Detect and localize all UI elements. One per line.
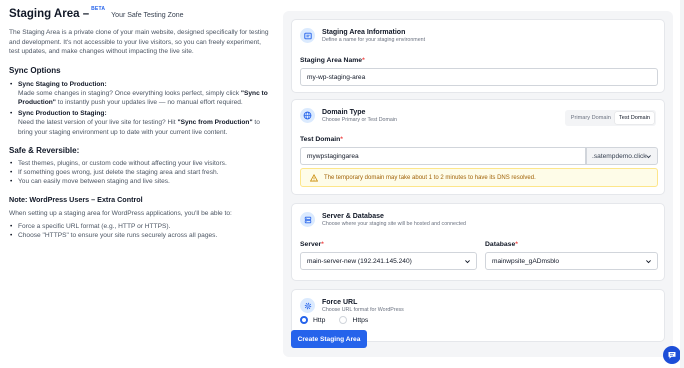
- select-value: main-server-new (192.241.145.240): [307, 257, 412, 265]
- database-label: Database*: [485, 241, 518, 248]
- chat-icon: [668, 352, 676, 359]
- radio-label: Https: [352, 316, 369, 324]
- chevron-down-icon: [465, 260, 470, 264]
- card-title: Server & Database: [322, 213, 384, 220]
- sync-options-heading: Sync Options: [9, 65, 61, 75]
- database-select[interactable]: mainwpsite_gADmsblo: [485, 252, 658, 270]
- staging-name-input[interactable]: my-wp-staging-area: [300, 68, 658, 86]
- safe-list: Test themes, plugins, or custom code wit…: [9, 159, 271, 187]
- intro-text: The Staging Area is a private clone of y…: [9, 29, 269, 55]
- url-format-radio-group: Http Https: [300, 316, 368, 324]
- wordpress-note-heading: Note: WordPress Users – Extra Control: [9, 195, 143, 205]
- list-item: Choose "HTTPS" to ensure your site runs …: [9, 231, 271, 240]
- list-item: Sync Production to Staging: Need the lat…: [9, 109, 271, 137]
- card-subtitle: Choose Primary or Test Domain: [322, 117, 397, 123]
- page-scrollbar[interactable]: [680, 0, 684, 368]
- card-header: Domain Type Choose Primary or Test Domai…: [300, 108, 397, 124]
- card-header: Force URL Choose URL format for WordPres…: [300, 298, 404, 314]
- label-text: Staging Area Name: [300, 57, 363, 64]
- domain-type-toggle: Primary Domain Test Domain: [564, 110, 656, 126]
- intro-column: Staging Area – BETA Your Safe Testing Zo…: [9, 6, 271, 241]
- sync-item-text: to instantly push your updates live — no…: [55, 98, 243, 106]
- test-domain-input[interactable]: mywpstagingarea: [300, 147, 586, 165]
- page-title: Staging Area –: [9, 8, 90, 20]
- list-item: Sync Staging to Production: Made some ch…: [9, 80, 271, 108]
- radio-label: Http: [313, 316, 326, 324]
- sync-item-title: Sync Staging to Production:: [18, 80, 107, 88]
- staging-info-card: Staging Area Information Define a name f…: [291, 19, 665, 93]
- chat-support-button[interactable]: [663, 346, 681, 364]
- chevron-down-icon: [646, 260, 651, 264]
- required-mark: *: [340, 136, 343, 143]
- card-title: Domain Type: [322, 109, 366, 116]
- staging-name-label: Staging Area Name*: [300, 57, 365, 64]
- globe-icon: [300, 108, 315, 123]
- domain-type-card: Domain Type Choose Primary or Test Domai…: [291, 99, 665, 195]
- create-staging-area-button[interactable]: Create Staging Area: [291, 330, 367, 348]
- suffix-value: .satempdemo.click: [592, 152, 647, 160]
- server-select[interactable]: main-server-new (192.241.145.240): [300, 252, 477, 270]
- server-label: Server*: [300, 241, 324, 248]
- server-database-card: Server & Database Choose where your stag…: [291, 203, 665, 281]
- primary-domain-option[interactable]: Primary Domain: [567, 112, 615, 124]
- https-radio[interactable]: Https: [339, 316, 368, 324]
- wordpress-note-list: Force a specific URL format (e.g., HTTP …: [9, 222, 271, 241]
- sync-item-text: Need the latest version of your live sit…: [18, 119, 178, 127]
- safe-reversible-heading: Safe & Reversible:: [9, 145, 80, 155]
- card-subtitle: Choose where your staging site will be h…: [322, 221, 466, 227]
- dns-warning: The temporary domain may take about 1 to…: [300, 168, 658, 187]
- list-item: Force a specific URL format (e.g., HTTP …: [9, 222, 271, 231]
- card-title: Force URL: [322, 299, 358, 306]
- list-item: Test themes, plugins, or custom code wit…: [9, 159, 271, 168]
- domain-suffix-select[interactable]: .satempdemo.click: [586, 147, 658, 165]
- list-item: If something goes wrong, just delete the…: [9, 168, 271, 177]
- warning-text: The temporary domain may take about 1 to…: [324, 174, 536, 181]
- warning-icon: [310, 173, 318, 181]
- card-header: Staging Area Information Define a name f…: [300, 28, 425, 44]
- sync-options-list: Sync Staging to Production: Made some ch…: [9, 80, 271, 137]
- card-subtitle: Choose URL format for WordPress: [322, 307, 404, 313]
- page-subtitle: Your Safe Testing Zone: [111, 12, 184, 19]
- card-subtitle: Define a name for your staging environme…: [322, 37, 426, 43]
- info-icon: [300, 28, 315, 43]
- required-mark: *: [362, 57, 365, 64]
- sync-item-title: Sync Production to Staging:: [18, 110, 107, 118]
- staging-form-panel: Staging Area Information Define a name f…: [283, 11, 673, 357]
- gear-icon: [300, 298, 315, 313]
- select-value: mainwpsite_gADmsblo: [492, 257, 560, 265]
- list-item: You can easily move between staging and …: [9, 177, 271, 186]
- beta-badge: BETA: [91, 6, 106, 12]
- required-mark: *: [515, 241, 518, 248]
- sync-item-text: Made some changes in staging? Once every…: [18, 89, 241, 97]
- page-header: Staging Area – BETA Your Safe Testing Zo…: [9, 6, 271, 20]
- http-radio[interactable]: Http: [300, 316, 325, 324]
- label-text: Database: [485, 241, 516, 248]
- required-mark: *: [321, 241, 324, 248]
- card-title: Staging Area Information: [322, 29, 406, 36]
- wordpress-note-text: When setting up a staging area for WordP…: [9, 210, 232, 218]
- sync-item-bold: "Sync from Production": [177, 119, 253, 127]
- label-text: Server: [300, 241, 322, 248]
- input-value: my-wp-staging-area: [307, 73, 366, 81]
- test-domain-label: Test Domain*: [300, 136, 343, 143]
- server-icon: [300, 212, 315, 227]
- label-text: Test Domain: [300, 136, 341, 143]
- radio-selected-indicator[interactable]: [300, 316, 308, 324]
- chevron-down-icon: [646, 155, 651, 159]
- card-header: Server & Database Choose where your stag…: [300, 212, 466, 228]
- radio-indicator[interactable]: [339, 316, 348, 324]
- input-value: mywpstagingarea: [307, 152, 359, 160]
- test-domain-option[interactable]: Test Domain: [614, 112, 654, 124]
